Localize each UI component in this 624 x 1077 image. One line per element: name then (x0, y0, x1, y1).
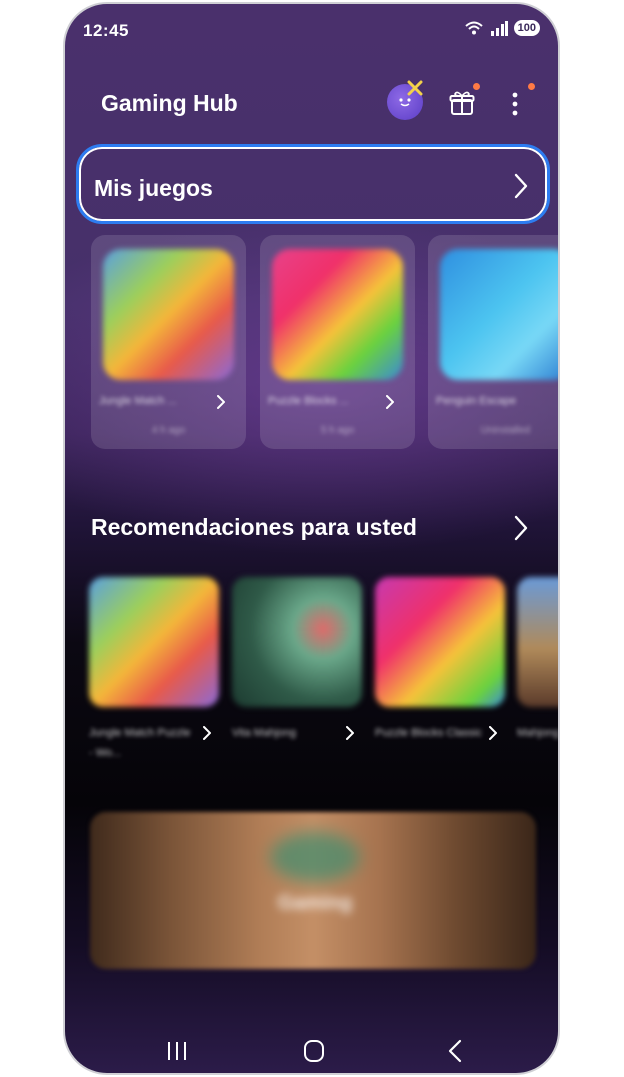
chevron-right-icon[interactable] (513, 515, 529, 541)
more-notification-dot (528, 83, 535, 90)
my-games-label: Mis juegos (94, 175, 213, 201)
recommended-game-card[interactable]: Puzzle Blocks Classic (375, 577, 505, 743)
banner-label: Gaming (277, 892, 353, 914)
recommended-game-card[interactable]: Jungle Match Puzzle - Wo... (89, 577, 219, 763)
battery-level: 100 (513, 20, 540, 36)
game-thumbnail (272, 249, 403, 380)
chevron-right-icon (489, 726, 497, 740)
recommended-game-card[interactable]: Mahjong (517, 577, 560, 743)
chevron-right-icon (217, 395, 225, 409)
game-last-played: Uninstalled (480, 425, 531, 436)
featured-banner[interactable]: Gaming (90, 812, 536, 969)
wifi-icon (464, 21, 483, 35)
status-time: 12:45 (83, 21, 129, 40)
navigation-bar (65, 1024, 558, 1073)
my-game-card[interactable]: Penguin Escape Uninstalled (428, 235, 558, 449)
game-name: Jungle Match ... (99, 395, 177, 407)
chevron-right-icon (514, 173, 528, 199)
game-name: Penguin Escape (436, 395, 517, 407)
avatar-face-icon (399, 98, 411, 107)
avatar-badge-icon (407, 80, 423, 96)
game-last-played: 4 h ago (151, 425, 186, 436)
game-thumbnail (232, 577, 362, 707)
status-icons: 100 (464, 20, 540, 36)
app-title: Gaming Hub (101, 90, 238, 116)
game-thumbnail (103, 249, 234, 380)
back-icon[interactable] (440, 1038, 470, 1064)
avatar[interactable] (387, 80, 423, 120)
game-thumbnail (440, 249, 558, 380)
home-icon[interactable] (299, 1038, 329, 1064)
chevron-right-icon (203, 726, 211, 740)
recommendations-title: Recomendaciones para usted (91, 514, 417, 540)
signal-icon (490, 21, 508, 36)
my-game-card[interactable]: Jungle Match ... 4 h ago (91, 235, 246, 449)
my-games-link[interactable]: Mis juegos (76, 144, 550, 224)
game-name: Puzzle Blocks ... (268, 395, 349, 407)
game-thumbnail (89, 577, 219, 707)
recents-icon[interactable] (162, 1038, 192, 1064)
chevron-right-icon (386, 395, 394, 409)
game-thumbnail (375, 577, 505, 707)
game-name: Jungle Match Puzzle - Wo... (89, 727, 191, 759)
banner-artwork (270, 832, 360, 882)
game-name: Vita Mahjong (232, 727, 297, 739)
game-name: Mahjong (517, 727, 560, 739)
phone-screen: 12:45 100 Gaming Hub Mis juegos Jungle M… (63, 2, 560, 1075)
game-thumbnail (517, 577, 558, 707)
my-game-card[interactable]: Puzzle Blocks ... 5 h ago (260, 235, 415, 449)
game-name: Puzzle Blocks Classic (375, 727, 482, 739)
chevron-right-icon (346, 726, 354, 740)
gift-icon[interactable] (449, 90, 475, 116)
game-last-played: 5 h ago (320, 425, 355, 436)
more-icon[interactable] (505, 90, 525, 118)
recommended-game-card[interactable]: Vita Mahjong (232, 577, 362, 743)
gift-notification-dot (473, 83, 480, 90)
